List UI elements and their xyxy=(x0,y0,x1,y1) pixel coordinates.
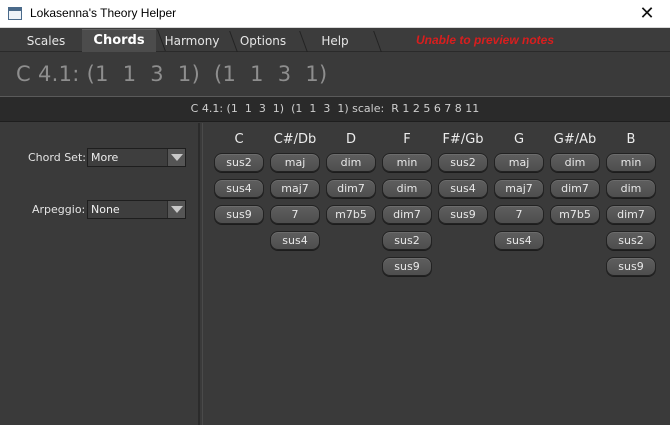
tab-chords[interactable]: Chords xyxy=(82,29,156,52)
chord-button[interactable]: dim7 xyxy=(382,205,432,224)
chord-heading-area: C 4.1: (1 1 3 1) (1 1 3 1) xyxy=(0,53,670,96)
chord-button[interactable]: sus2 xyxy=(214,153,264,172)
chord-button[interactable]: dim xyxy=(326,153,376,172)
tab-help[interactable]: Help xyxy=(298,31,372,52)
chord-button[interactable]: sus4 xyxy=(214,179,264,198)
chord-button[interactable]: dim7 xyxy=(606,205,656,224)
chord-button[interactable]: dim xyxy=(550,153,600,172)
chord-grid-panel: Csus2 sus4 sus9 C#/Db maj maj7 7 sus4 Ddim dim7 m7… xyxy=(202,123,670,425)
app-window-icon xyxy=(8,7,22,20)
chord-set-label: Chord Set: xyxy=(28,151,86,164)
app-window: Lokasenna's Theory Helper ✕ Scales Chord… xyxy=(0,0,670,425)
column-header: C#/Db xyxy=(273,132,317,147)
chord-button[interactable]: min xyxy=(606,153,656,172)
chord-button[interactable]: m7b5 xyxy=(550,205,600,224)
chord-button[interactable]: dim xyxy=(606,179,656,198)
chord-button[interactable]: dim xyxy=(382,179,432,198)
title-bar: Lokasenna's Theory Helper ✕ xyxy=(0,0,670,28)
chord-heading: C 4.1: (1 1 3 1) (1 1 3 1) xyxy=(16,62,328,86)
tab-options[interactable]: Options xyxy=(228,31,298,52)
chord-button[interactable]: dim7 xyxy=(550,179,600,198)
column-header: B xyxy=(626,132,636,147)
tab-bar: Scales Chords Harmony Options Help Unabl… xyxy=(0,28,670,52)
chord-button[interactable]: m7b5 xyxy=(326,205,376,224)
chord-button[interactable]: maj7 xyxy=(270,179,320,198)
chord-button[interactable]: maj xyxy=(494,153,544,172)
chord-button[interactable]: sus4 xyxy=(438,179,488,198)
chord-button[interactable]: sus2 xyxy=(606,231,656,250)
arpeggio-label: Arpeggio: xyxy=(32,203,86,216)
chord-button[interactable]: sus9 xyxy=(382,257,432,276)
chord-button[interactable]: sus9 xyxy=(606,257,656,276)
chord-set-dropdown[interactable]: More xyxy=(87,148,186,167)
chord-button[interactable]: sus4 xyxy=(270,231,320,250)
arpeggio-value: None xyxy=(91,203,120,216)
column-header: F#/Gb xyxy=(442,132,484,147)
status-message: Unable to preview notes xyxy=(416,33,555,47)
column-header: D xyxy=(345,132,356,147)
chord-button[interactable]: sus9 xyxy=(438,205,488,224)
left-panel: Chord Set: More Arpeggio: None xyxy=(0,123,200,425)
column-header: G#/Ab xyxy=(553,132,597,147)
chord-button[interactable]: dim7 xyxy=(326,179,376,198)
chord-button[interactable]: maj7 xyxy=(494,179,544,198)
chord-button[interactable]: sus4 xyxy=(494,231,544,250)
chord-button[interactable]: sus2 xyxy=(382,231,432,250)
chevron-down-icon[interactable] xyxy=(167,201,185,218)
window-title: Lokasenna's Theory Helper xyxy=(30,6,177,20)
arpeggio-dropdown[interactable]: None xyxy=(87,200,186,219)
close-button[interactable]: ✕ xyxy=(624,0,670,28)
scale-info-strip: C 4.1: (1 1 3 1) (1 1 3 1) scale: R 1 2 … xyxy=(0,96,670,122)
chord-button[interactable]: 7 xyxy=(270,205,320,224)
column-header: F xyxy=(403,132,411,147)
column-header: C xyxy=(234,132,244,147)
chord-button[interactable]: 7 xyxy=(494,205,544,224)
chord-set-value: More xyxy=(91,151,119,164)
chevron-down-icon[interactable] xyxy=(167,149,185,166)
chord-button[interactable]: sus9 xyxy=(214,205,264,224)
chord-button[interactable]: sus2 xyxy=(438,153,488,172)
scale-info-text: C 4.1: (1 1 3 1) (1 1 3 1) scale: R 1 2 … xyxy=(190,102,480,115)
chord-button[interactable]: maj xyxy=(270,153,320,172)
tab-scales[interactable]: Scales xyxy=(6,31,86,52)
chord-button[interactable]: min xyxy=(382,153,432,172)
tab-harmony[interactable]: Harmony xyxy=(156,31,228,52)
column-header: G xyxy=(513,132,525,147)
